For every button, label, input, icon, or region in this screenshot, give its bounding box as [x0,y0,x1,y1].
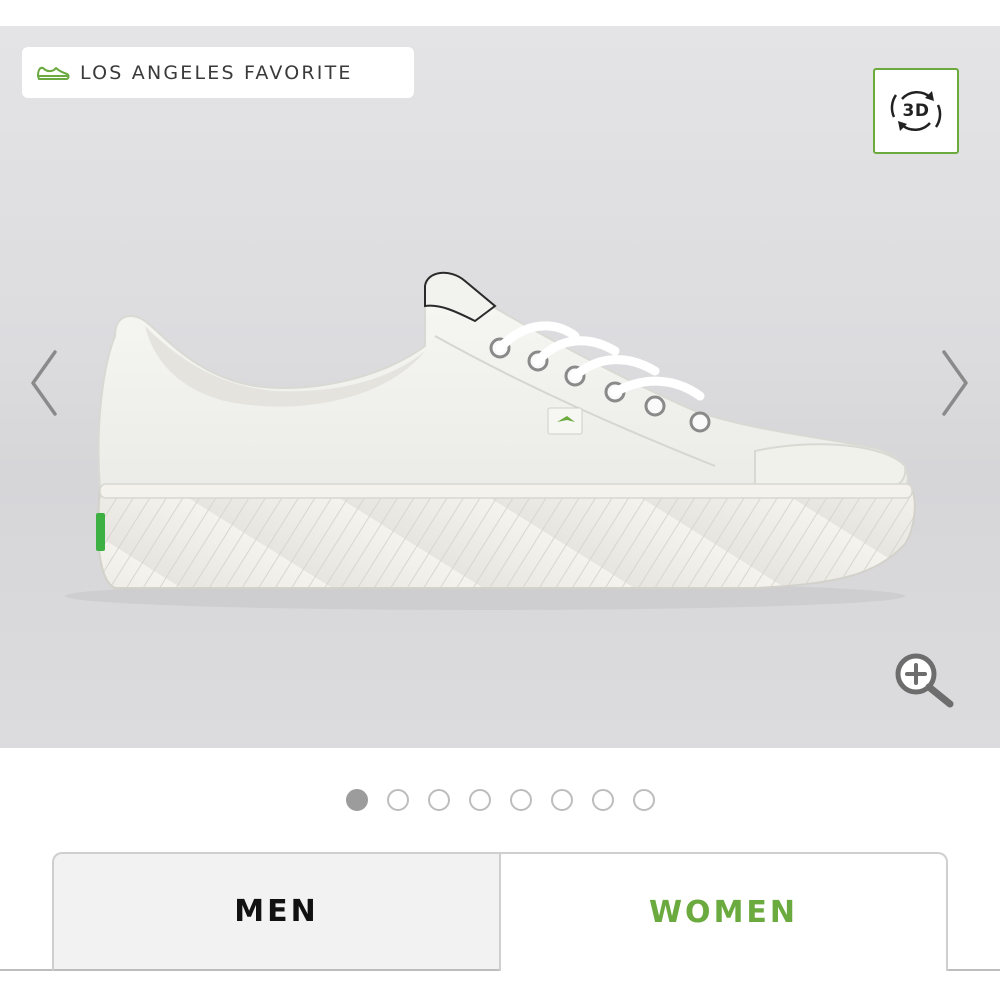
los-angeles-favorite-badge: LOS ANGELES FAVORITE [22,47,414,98]
pagination-dot-3[interactable] [427,789,450,811]
badge-label: LOS ANGELES FAVORITE [80,61,353,84]
product-image [65,271,916,610]
pagination-dot-4[interactable] [468,789,491,811]
sneaker-icon [36,62,70,84]
pagination-dot-2[interactable] [386,789,409,811]
view-3d-button[interactable]: 3D [873,68,959,154]
tab-women[interactable]: WOMEN [499,852,948,971]
previous-image-button[interactable] [24,346,64,420]
top-strip [0,0,1000,26]
view-3d-label: 3D [902,101,930,121]
pagination-dot-8[interactable] [632,789,655,811]
zoom-in-icon [895,653,954,708]
pagination-dot-1[interactable] [345,789,368,811]
chevron-right-icon [942,350,968,416]
gender-tabs: MEN WOMEN [52,852,948,971]
chevron-left-icon [31,350,57,416]
product-image-gallery[interactable]: LOS ANGELES FAVORITE 3D [0,26,1000,748]
pagination-dot-5[interactable] [509,789,532,811]
active-tab-gap [502,969,946,971]
pagination-dot-7[interactable] [591,789,614,811]
next-image-button[interactable] [935,346,975,420]
pagination-dot-6[interactable] [550,789,573,811]
image-pagination [0,789,1000,811]
zoom-button[interactable] [890,648,960,710]
tab-men[interactable]: MEN [52,852,499,971]
